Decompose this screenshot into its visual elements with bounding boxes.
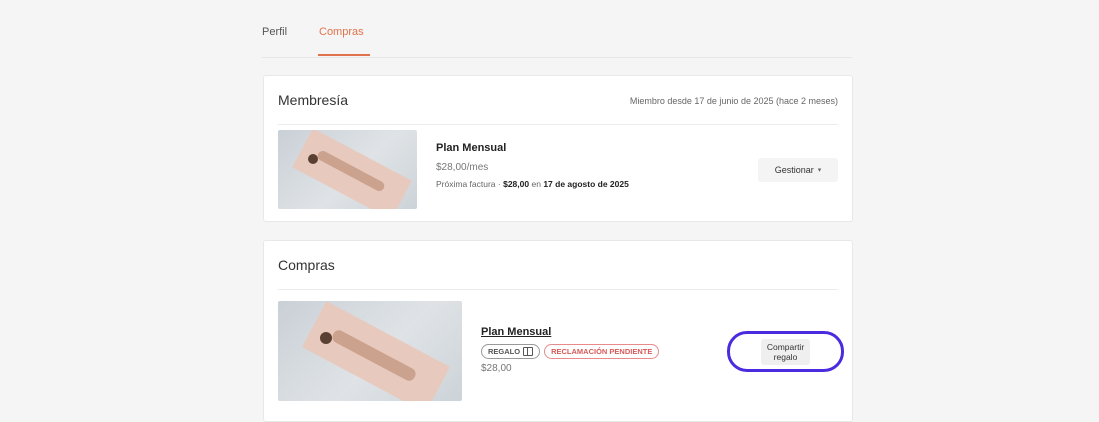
purchase-plan-info: Plan Mensual REGALO RECLAMACIÓN PENDIENT… xyxy=(481,326,660,374)
membership-title: Membresía xyxy=(278,92,349,108)
next-invoice-on: en xyxy=(531,179,541,189)
purchases-title: Compras xyxy=(278,257,335,273)
membership-header: Membresía Miembro desde 17 de junio de 2… xyxy=(278,76,838,125)
purchase-plan-name[interactable]: Plan Mensual xyxy=(481,326,659,338)
share-gift-label-2: regalo xyxy=(773,351,798,362)
tab-bar: Perfil Compras xyxy=(262,0,852,58)
chevron-down-icon: ▾ xyxy=(817,167,822,174)
purchase-thumbnail xyxy=(278,301,462,401)
next-invoice-amount: $28,00 xyxy=(503,179,530,189)
share-gift-button[interactable]: Compartir regalo xyxy=(760,338,811,365)
next-invoice-date: 17 de agosto de 2025 xyxy=(543,179,629,189)
plan-name: Plan Mensual xyxy=(436,142,507,154)
next-invoice-label: Próxima factura xyxy=(436,179,496,189)
plan-thumbnail xyxy=(278,130,417,209)
plan-price: $28,00/mes xyxy=(436,162,489,173)
member-since-text: Miembro desde 17 de junio de 2025 (hace … xyxy=(629,96,838,106)
next-invoice: Próxima factura · $28,00 en 17 de agosto… xyxy=(436,179,629,189)
manage-label: Gestionar xyxy=(774,165,814,175)
membership-card: Membresía Miembro desde 17 de junio de 2… xyxy=(263,75,853,222)
membership-plan-info: Plan Mensual $28,00/mes Próxima factura … xyxy=(436,142,629,189)
gift-badge: REGALO xyxy=(481,344,541,359)
share-gift-highlight: Compartir regalo xyxy=(727,331,844,372)
pending-claim-badge: RECLAMACIÓN PENDIENTE xyxy=(544,344,660,359)
purchases-header: Compras xyxy=(278,241,838,290)
gift-icon xyxy=(523,347,534,356)
manage-button[interactable]: Gestionar ▾ xyxy=(758,158,838,182)
active-tab-indicator xyxy=(318,54,370,56)
purchase-badges: REGALO RECLAMACIÓN PENDIENTE xyxy=(481,344,660,359)
tab-perfil[interactable]: Perfil xyxy=(262,26,287,38)
purchase-price: $28,00 xyxy=(481,363,512,374)
gift-badge-label: REGALO xyxy=(488,347,521,356)
tab-compras[interactable]: Compras xyxy=(319,26,364,38)
share-gift-label-1: Compartir xyxy=(766,341,805,352)
purchases-card: Compras Plan Mensual REGALO RECLAMACIÓN … xyxy=(263,240,853,422)
